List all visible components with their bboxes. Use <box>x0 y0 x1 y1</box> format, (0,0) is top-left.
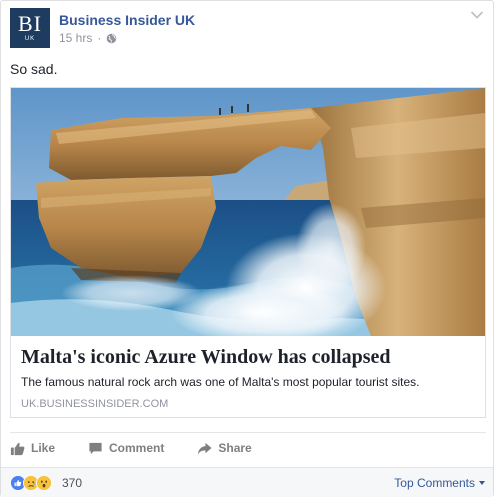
post-meta: 15 hrs · <box>59 31 117 45</box>
timestamp[interactable]: 15 hrs <box>59 31 92 45</box>
comment-label: Comment <box>109 441 165 455</box>
action-bar: Like Comment Share <box>10 437 486 459</box>
post-card: BI UK Business Insider UK 15 hrs · So sa… <box>0 0 494 497</box>
thumbs-up-icon <box>10 442 25 455</box>
like-button[interactable]: Like <box>10 437 55 459</box>
caret-down-icon <box>479 481 485 485</box>
post-header: BI UK Business Insider UK 15 hrs · <box>10 8 486 50</box>
link-title[interactable]: Malta's iconic Azure Window has collapse… <box>21 346 390 369</box>
like-label: Like <box>31 441 56 455</box>
page-avatar[interactable]: BI UK <box>10 8 50 48</box>
reactions-bar: 370 Top Comments <box>1 467 493 497</box>
chevron-down-icon[interactable] <box>470 10 484 20</box>
share-button[interactable]: Share <box>197 437 252 459</box>
comment-button[interactable]: Comment <box>88 437 164 459</box>
link-description: The famous natural rock arch was one of … <box>21 375 420 389</box>
comment-icon <box>89 442 102 454</box>
share-icon <box>198 442 212 455</box>
comment-sort-dropdown[interactable]: Top Comments <box>394 476 485 490</box>
link-image[interactable] <box>11 88 485 336</box>
post-text: So sad. <box>10 61 58 77</box>
wow-reaction-icon <box>36 475 52 491</box>
logo-text: BI <box>18 11 42 36</box>
reaction-icons[interactable] <box>10 475 52 491</box>
azure-window-image <box>11 88 485 336</box>
comment-sort-label: Top Comments <box>394 476 475 490</box>
action-divider <box>10 432 486 433</box>
share-label: Share <box>218 441 252 455</box>
page-name-link[interactable]: Business Insider UK <box>59 12 195 28</box>
link-preview-card[interactable]: Malta's iconic Azure Window has collapse… <box>10 87 486 418</box>
reaction-count[interactable]: 370 <box>62 476 82 490</box>
meta-separator: · <box>97 31 102 45</box>
globe-icon[interactable] <box>106 33 117 44</box>
link-domain: UK.BUSINESSINSIDER.COM <box>21 398 169 410</box>
logo-subtext: UK <box>24 36 36 42</box>
